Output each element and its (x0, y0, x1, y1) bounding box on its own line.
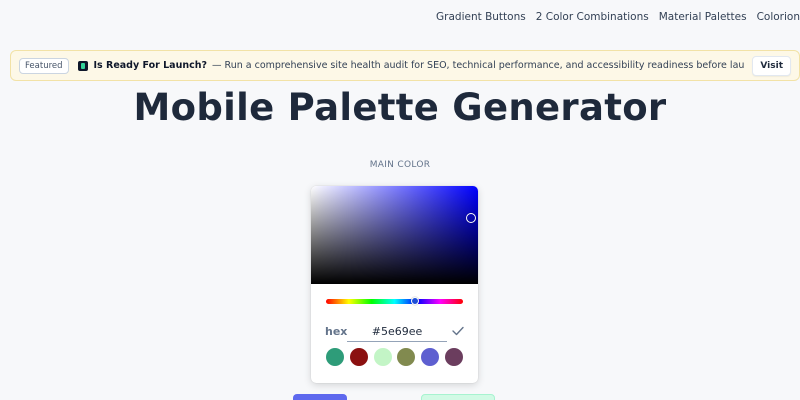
nav-gradient-buttons[interactable]: Gradient Buttons (436, 11, 526, 23)
hex-label: hex (325, 325, 348, 338)
swatch[interactable] (421, 348, 440, 366)
featured-banner[interactable]: Featured Is Ready For Launch? — Run a co… (10, 50, 800, 81)
swatch[interactable] (349, 348, 368, 366)
swatch[interactable] (373, 348, 392, 366)
swatch[interactable] (397, 348, 416, 366)
nav-material-palettes[interactable]: Material Palettes (659, 11, 747, 23)
nav-2-color-combinations[interactable]: 2 Color Combinations (536, 11, 649, 23)
saturation-handle[interactable] (466, 213, 476, 223)
banner-title: Is Ready For Launch? (93, 60, 208, 71)
swatch-row (326, 348, 463, 366)
featured-badge: Featured (19, 57, 69, 74)
hue-slider[interactable] (326, 299, 463, 304)
hex-input[interactable] (347, 322, 447, 342)
banner-description: — Run a comprehensive site health audit … (212, 60, 745, 71)
product-logo-icon (77, 60, 88, 71)
check-icon[interactable] (452, 326, 464, 336)
swatch[interactable] (326, 348, 344, 366)
saturation-value-area[interactable] (311, 186, 478, 284)
swatch[interactable] (444, 348, 463, 366)
hue-handle[interactable] (411, 297, 419, 305)
visit-button[interactable]: Visit (752, 55, 791, 76)
nav-colorion[interactable]: Colorion (757, 11, 800, 23)
top-nav: Gradient Buttons 2 Color Combinations Ma… (0, 0, 800, 34)
secondary-action-button[interactable] (421, 394, 495, 400)
color-picker: hex (311, 186, 478, 383)
primary-action-button[interactable] (293, 394, 347, 400)
main-color-label: MAIN COLOR (369, 160, 431, 170)
page-title: Mobile Palette Generator (133, 86, 667, 129)
